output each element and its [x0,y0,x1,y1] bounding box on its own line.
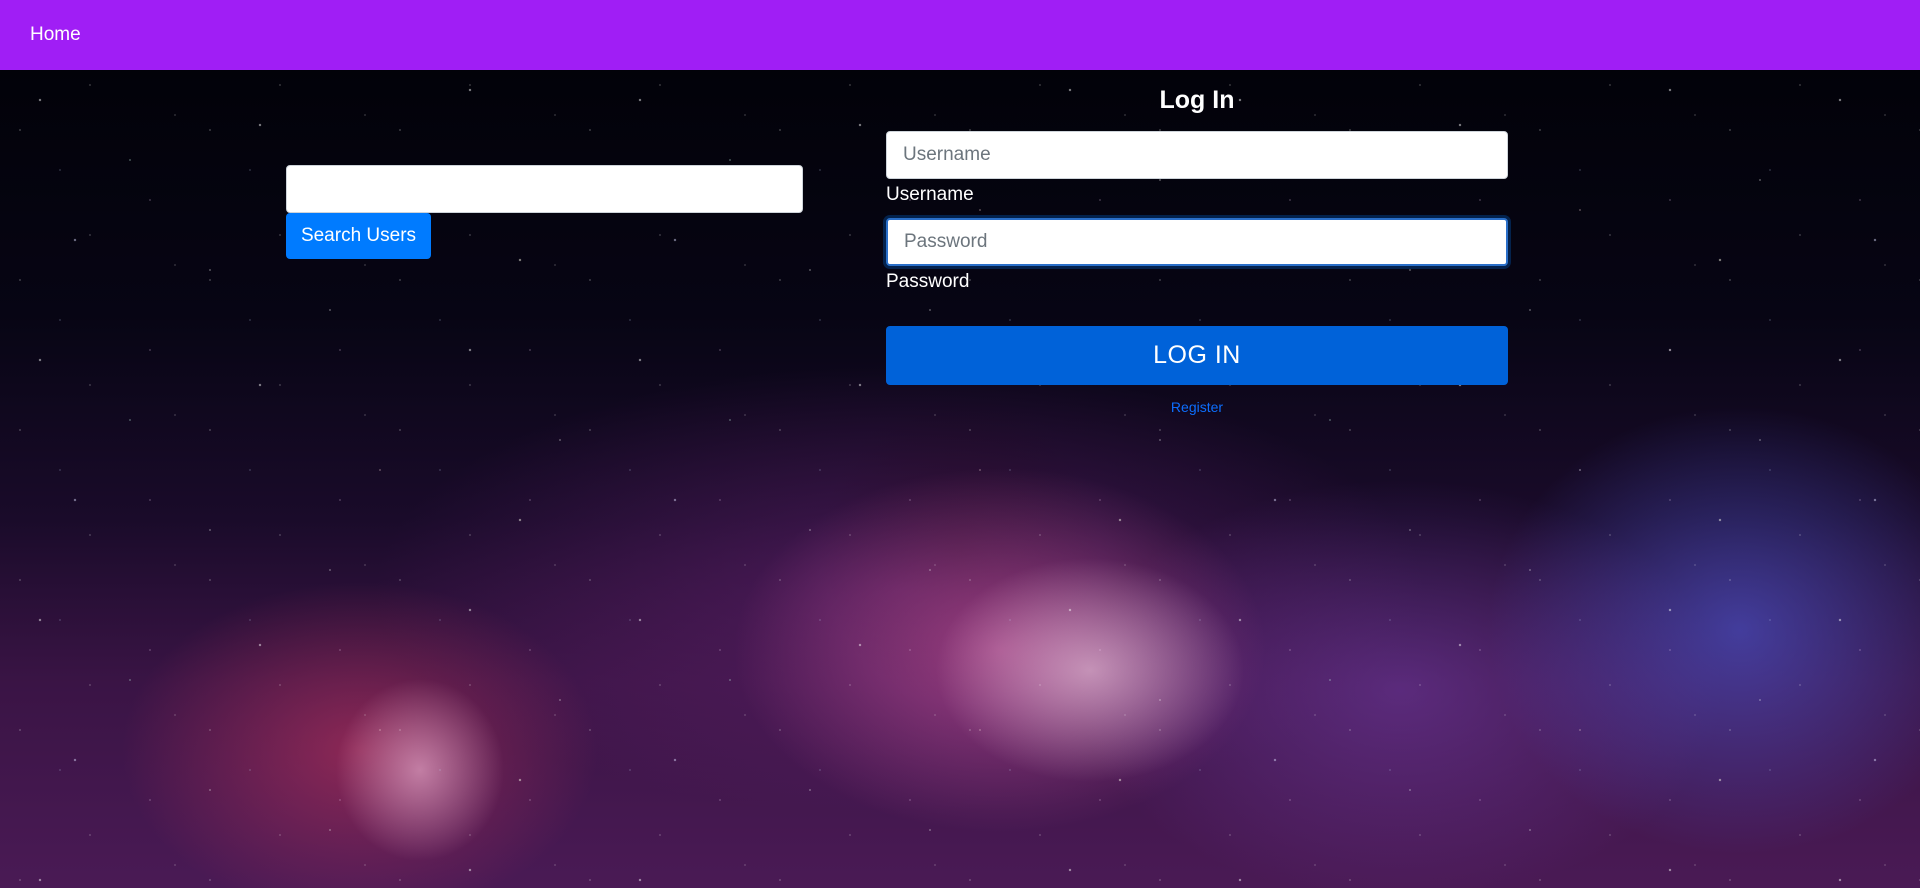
login-button[interactable]: LOG IN [886,326,1508,385]
password-field[interactable] [886,218,1508,266]
nav-home-link[interactable]: Home [30,24,81,46]
user-search-input[interactable] [286,165,803,213]
search-users-button[interactable]: Search Users [286,213,431,259]
login-title: Log In [1159,86,1235,114]
top-navbar: Home [0,0,1920,70]
username-field[interactable] [886,131,1508,179]
username-label: Username [886,184,974,205]
register-link[interactable]: Register [886,399,1508,415]
password-label: Password [886,271,970,292]
